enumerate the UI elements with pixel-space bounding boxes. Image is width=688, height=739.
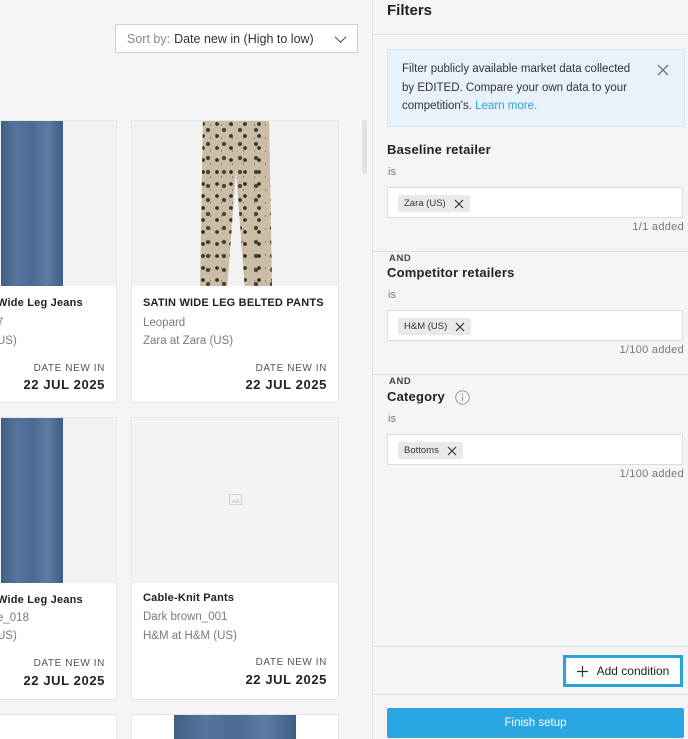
chip-label: Zara (US): [404, 198, 446, 209]
panel-title: Filters: [387, 2, 433, 19]
filter-chip: Bottoms: [398, 442, 463, 459]
section-title-category: Category: [387, 389, 445, 404]
product-color: Leopard: [143, 317, 186, 329]
category-field[interactable]: Bottoms: [387, 434, 683, 465]
competitor-retailers-field[interactable]: H&M (US): [387, 310, 683, 341]
and-separator: AND: [373, 251, 688, 264]
divider: [373, 646, 688, 647]
scrollbar[interactable]: [362, 120, 367, 174]
product-image: [132, 121, 338, 286]
product-card[interactable]: [0, 714, 117, 739]
operator-label: is: [388, 166, 396, 178]
product-retailer: US): [0, 335, 17, 347]
learn-more-link[interactable]: Learn more.: [475, 100, 537, 112]
plus-icon: [576, 665, 588, 677]
section-title-baseline: Baseline retailer: [387, 142, 491, 157]
product-image: [132, 418, 338, 583]
chevron-down-icon: [334, 36, 347, 44]
and-label: AND: [389, 376, 416, 387]
product-card[interactable]: Cable-Knit Pants Dark brown_001 H&M at H…: [131, 417, 339, 700]
product-image: [0, 121, 116, 286]
product-title: Cable-Knit Pants: [143, 592, 235, 604]
product-color: 7: [0, 317, 4, 329]
sort-dropdown[interactable]: Sort by: Date new in (High to low): [115, 24, 358, 53]
sort-value: Date new in (High to low): [174, 31, 314, 46]
product-title: Wide Leg Jeans: [0, 297, 83, 309]
date-label: DATE NEW IN: [33, 658, 105, 669]
and-separator: AND: [373, 374, 688, 387]
and-label: AND: [389, 253, 416, 264]
remove-chip-icon[interactable]: [455, 322, 465, 332]
operator-label: is: [388, 413, 396, 425]
product-image: [0, 418, 116, 583]
filters-panel: Filters Filter publicly available market…: [372, 0, 688, 739]
product-retailer: US): [0, 630, 17, 642]
image-placeholder-icon: [229, 494, 242, 505]
product-color: Dark brown_001: [143, 611, 228, 623]
operator-label: is: [388, 289, 396, 301]
baseline-retailer-field[interactable]: Zara (US): [387, 187, 683, 218]
product-card[interactable]: Wide Leg Jeans e_018 US) DATE NEW IN 22 …: [0, 417, 117, 700]
sort-label: Sort by:: [127, 31, 171, 46]
finish-setup-button[interactable]: Finish setup: [387, 708, 684, 738]
info-banner: Filter publicly available market data co…: [387, 49, 685, 127]
date-label: DATE NEW IN: [255, 657, 327, 668]
divider: [373, 694, 688, 695]
product-grid: Sort by: Date new in (High to low) Wide …: [0, 0, 372, 739]
add-condition-button[interactable]: Add condition: [563, 655, 683, 687]
product-retailer: Zara at Zara (US): [143, 335, 234, 347]
product-card[interactable]: [131, 714, 339, 739]
divider: [373, 34, 688, 35]
product-title: Wide Leg Jeans: [0, 594, 83, 606]
date-value: 22 JUL 2025: [245, 377, 327, 392]
added-count: 1/1 added: [632, 221, 684, 233]
filter-chip: H&M (US): [398, 318, 472, 335]
section-title-competitors: Competitor retailers: [387, 265, 515, 280]
added-count: 1/100 added: [619, 468, 684, 480]
date-value: 22 JUL 2025: [23, 377, 105, 392]
date-label: DATE NEW IN: [33, 363, 105, 374]
chip-label: H&M (US): [404, 321, 448, 332]
remove-chip-icon[interactable]: [447, 446, 457, 456]
date-value: 22 JUL 2025: [245, 672, 327, 687]
remove-chip-icon[interactable]: [454, 199, 464, 209]
close-icon[interactable]: [656, 63, 670, 77]
added-count: 1/100 added: [619, 344, 684, 356]
add-condition-label: Add condition: [596, 664, 670, 678]
product-retailer: H&M at H&M (US): [143, 630, 237, 642]
product-card[interactable]: SATIN WIDE LEG BELTED PANTS Leopard Zara…: [131, 120, 339, 403]
product-card[interactable]: Wide Leg Jeans 7 US) DATE NEW IN 22 JUL …: [0, 120, 117, 403]
info-icon[interactable]: [455, 390, 470, 405]
product-color: e_018: [0, 612, 29, 624]
chip-label: Bottoms: [404, 445, 439, 456]
date-value: 22 JUL 2025: [23, 673, 105, 688]
product-title: SATIN WIDE LEG BELTED PANTS: [143, 297, 324, 309]
filter-chip: Zara (US): [398, 195, 470, 212]
date-label: DATE NEW IN: [255, 363, 327, 374]
